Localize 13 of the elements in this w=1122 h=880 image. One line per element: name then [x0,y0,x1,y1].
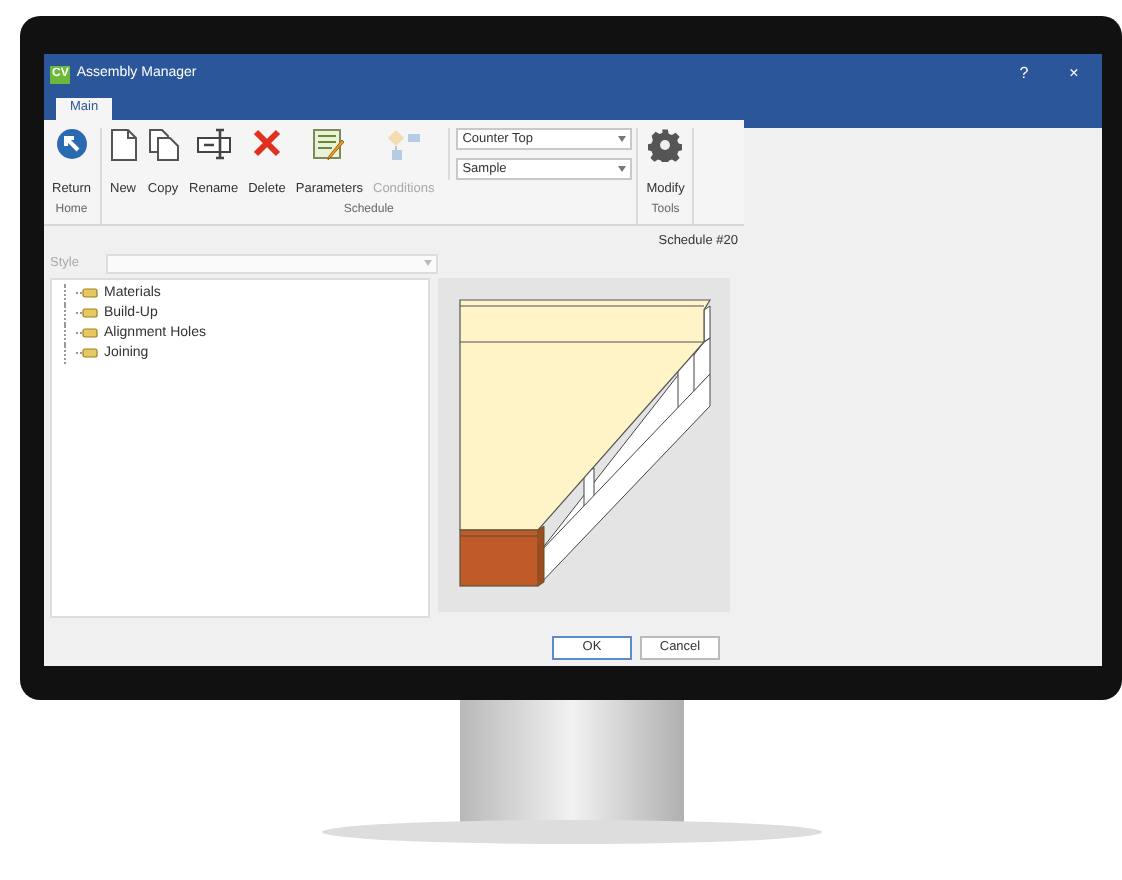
document-icon [109,128,138,162]
notepad-pencil-icon [311,128,348,162]
title-bar-button[interactable]: × [1052,62,1096,86]
text-cursor-icon [195,128,232,160]
caret-icon [618,166,627,172]
title-bar-button[interactable]: ? [1002,62,1046,86]
flowchart-icon [385,128,422,162]
gear-icon [648,128,683,162]
caret-icon [618,136,627,142]
copy-icon [147,128,180,162]
delete-icon [251,128,282,158]
caret-icon [424,260,432,267]
arrow-circle-icon [55,128,88,160]
